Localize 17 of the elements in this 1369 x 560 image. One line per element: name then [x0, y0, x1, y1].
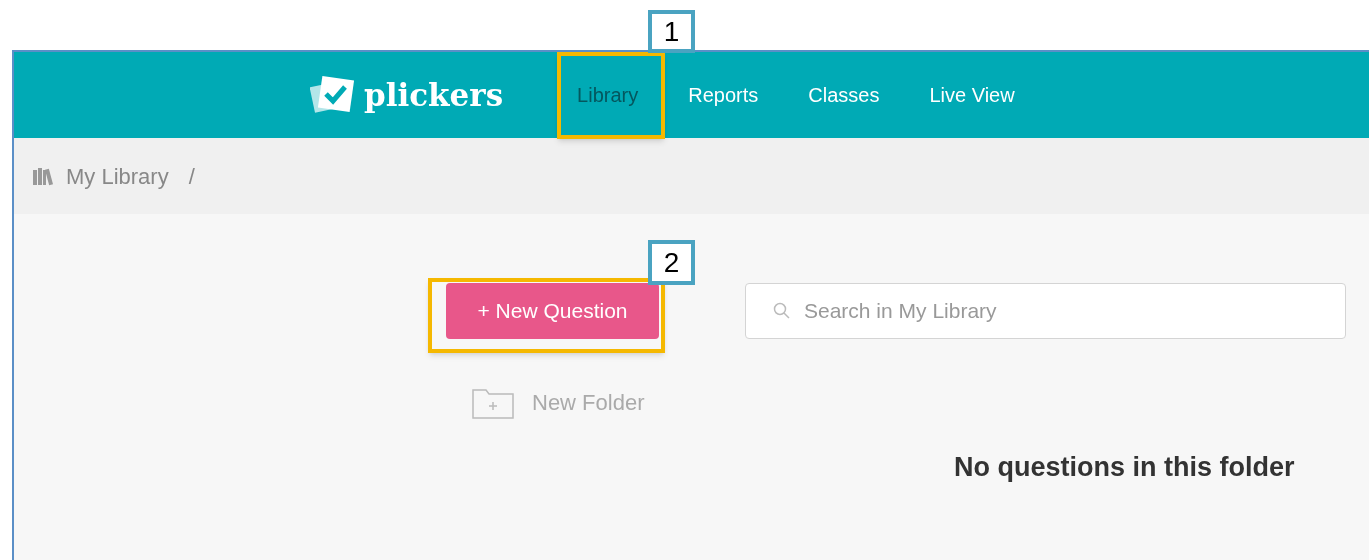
logo-icon [310, 74, 356, 116]
callout-number: 2 [648, 240, 695, 285]
nav-link[interactable]: Library [577, 80, 639, 110]
logo-text: plickers [364, 75, 504, 115]
folder-plus-icon [472, 386, 514, 419]
nav-link[interactable]: Live View [929, 80, 1015, 110]
search-field[interactable]: Search in My Library [745, 283, 1346, 339]
books-icon [32, 166, 54, 186]
breadcrumb-separator: / [188, 162, 195, 191]
search-icon [773, 302, 791, 320]
empty-message: No questions in this folder [954, 451, 1295, 484]
new-folder-link[interactable]: New Folder [532, 386, 645, 419]
callout-number: 1 [648, 10, 695, 53]
breadcrumb-link[interactable]: My Library [66, 159, 169, 193]
nav-link[interactable]: Reports [688, 80, 759, 110]
nav-link[interactable]: Classes [808, 80, 880, 110]
new-question-button[interactable]: + New Question [446, 283, 659, 339]
